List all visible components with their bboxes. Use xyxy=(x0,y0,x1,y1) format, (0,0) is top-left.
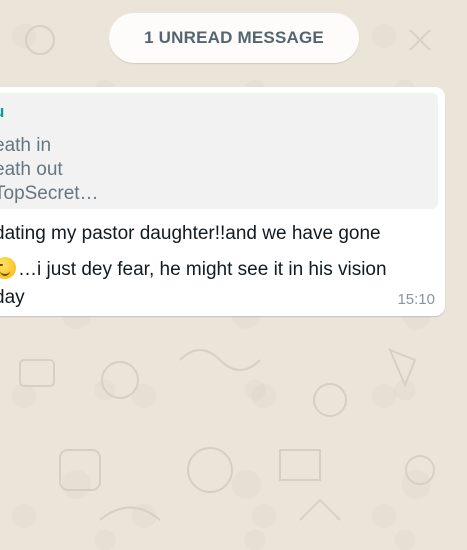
smirk-face-emoji-icon xyxy=(0,257,16,279)
quoted-text-line: eath in xyxy=(0,135,52,156)
message-timestamp: 15:10 xyxy=(397,291,435,308)
message-text-line: dating my pastor daughter!!and we have g… xyxy=(0,223,381,244)
quoted-text-line: eath out xyxy=(0,159,63,180)
unread-messages-banner: 1 UNREAD MESSAGE xyxy=(109,13,359,63)
quoted-message[interactable]: u eath in eath out TopSecret… xyxy=(0,93,438,209)
quoted-text-line: TopSecret… xyxy=(0,183,99,204)
message-bubble[interactable]: u eath in eath out TopSecret… dating my … xyxy=(0,87,445,316)
message-text-line-with-emoji: …i just dey fear, he might see it in his… xyxy=(0,257,387,281)
message-text-line: day xyxy=(0,287,25,308)
message-text: …i just dey fear, he might see it in his… xyxy=(18,259,387,280)
quoted-sender-name: u xyxy=(0,102,4,122)
